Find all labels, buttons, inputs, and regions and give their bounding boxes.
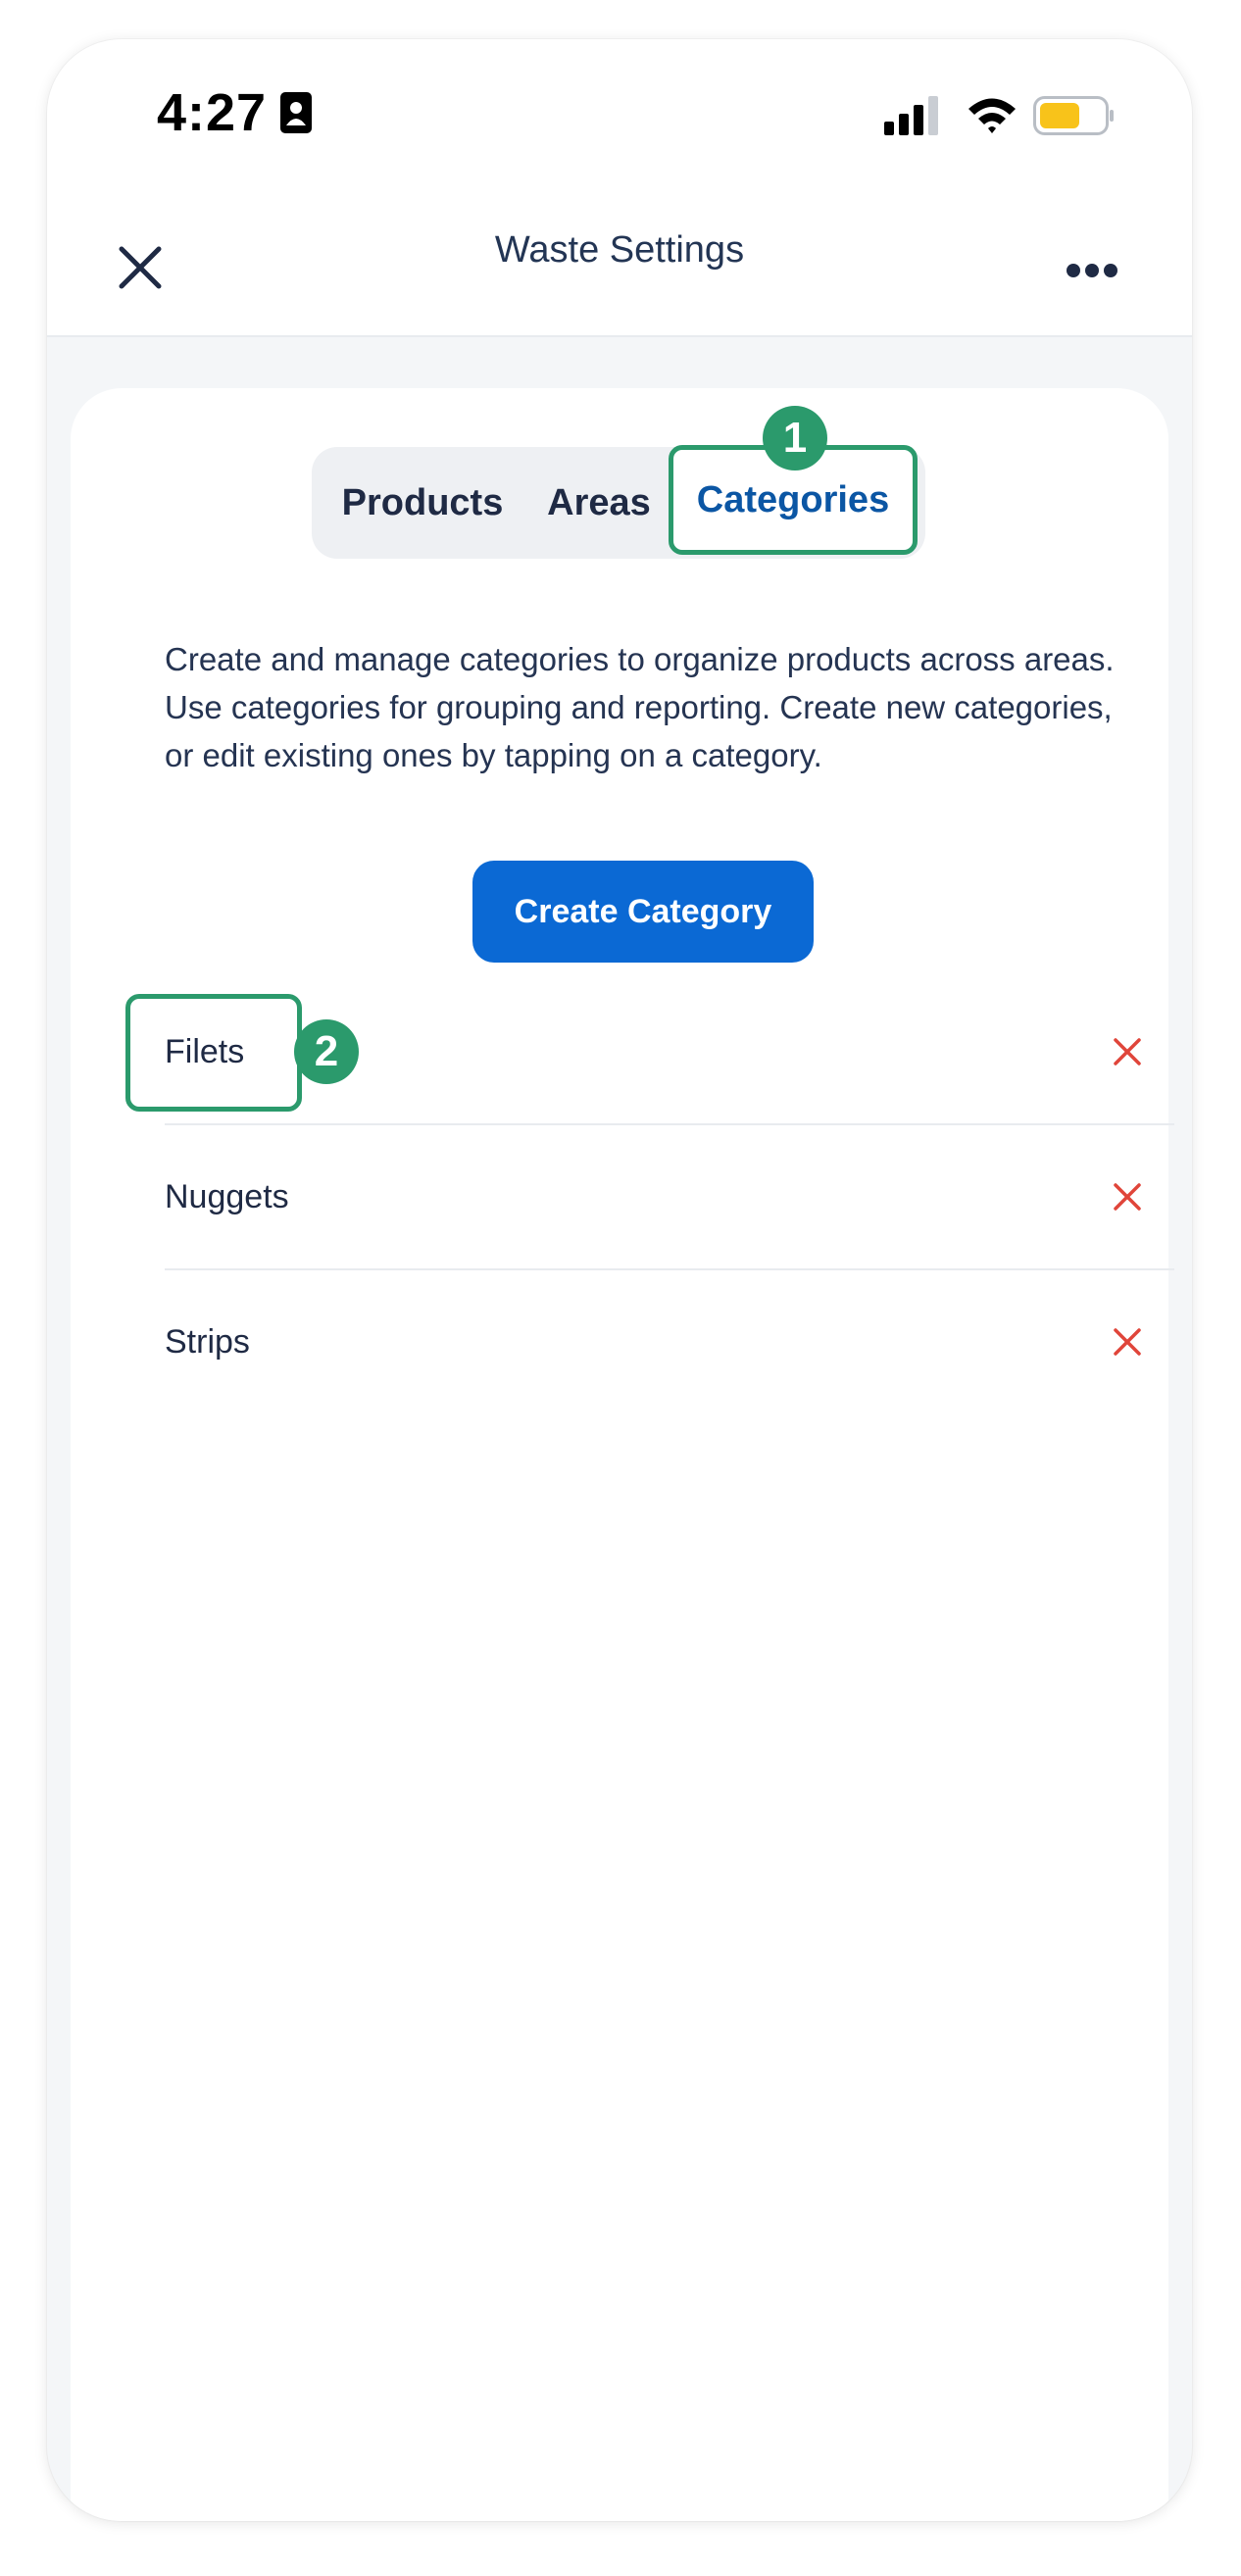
delete-category-button[interactable]: [1104, 1028, 1151, 1075]
tab-areas[interactable]: Areas: [533, 447, 665, 559]
battery-icon: [1033, 96, 1114, 135]
list-item[interactable]: Nuggets: [165, 1125, 1174, 1270]
phone-frame: 4:27 Waste Settings Products Areas Categ…: [47, 39, 1192, 2521]
settings-card: Products Areas Categories 1 Create and m…: [71, 388, 1174, 2521]
callout-badge-1: 1: [763, 406, 827, 471]
status-time-text: 4:27: [157, 83, 268, 142]
wifi-icon: [968, 98, 1016, 133]
id-badge-icon: [280, 92, 313, 133]
top-bar: 4:27 Waste Settings: [47, 39, 1192, 337]
ellipsis-icon: [1067, 264, 1117, 277]
description-text: Create and manage categories to organize…: [165, 641, 1115, 773]
create-category-button[interactable]: Create Category: [472, 861, 814, 963]
list-item[interactable]: Filets 2: [125, 980, 1174, 1125]
list-item[interactable]: Strips: [165, 1270, 1174, 1413]
category-label: Nuggets: [165, 1177, 289, 1215]
delete-x-icon: [1114, 1038, 1141, 1065]
delete-category-button[interactable]: [1104, 1173, 1151, 1220]
segmented-control: Products Areas Categories: [312, 445, 925, 559]
cellular-signal-icon: [884, 96, 938, 135]
page-title: Waste Settings: [494, 229, 745, 271]
category-list: Filets 2 Nuggets Strips: [125, 980, 1174, 1413]
callout-highlight-2: [125, 994, 302, 1112]
delete-category-button[interactable]: [1104, 1318, 1151, 1365]
delete-x-icon: [1114, 1328, 1141, 1356]
delete-x-icon: [1114, 1183, 1141, 1211]
tab-products[interactable]: Products: [312, 447, 533, 559]
callout-badge-2: 2: [294, 1019, 359, 1084]
status-time: 4:27: [157, 82, 313, 143]
more-options-button[interactable]: [1053, 241, 1131, 300]
category-label: Strips: [165, 1322, 250, 1361]
